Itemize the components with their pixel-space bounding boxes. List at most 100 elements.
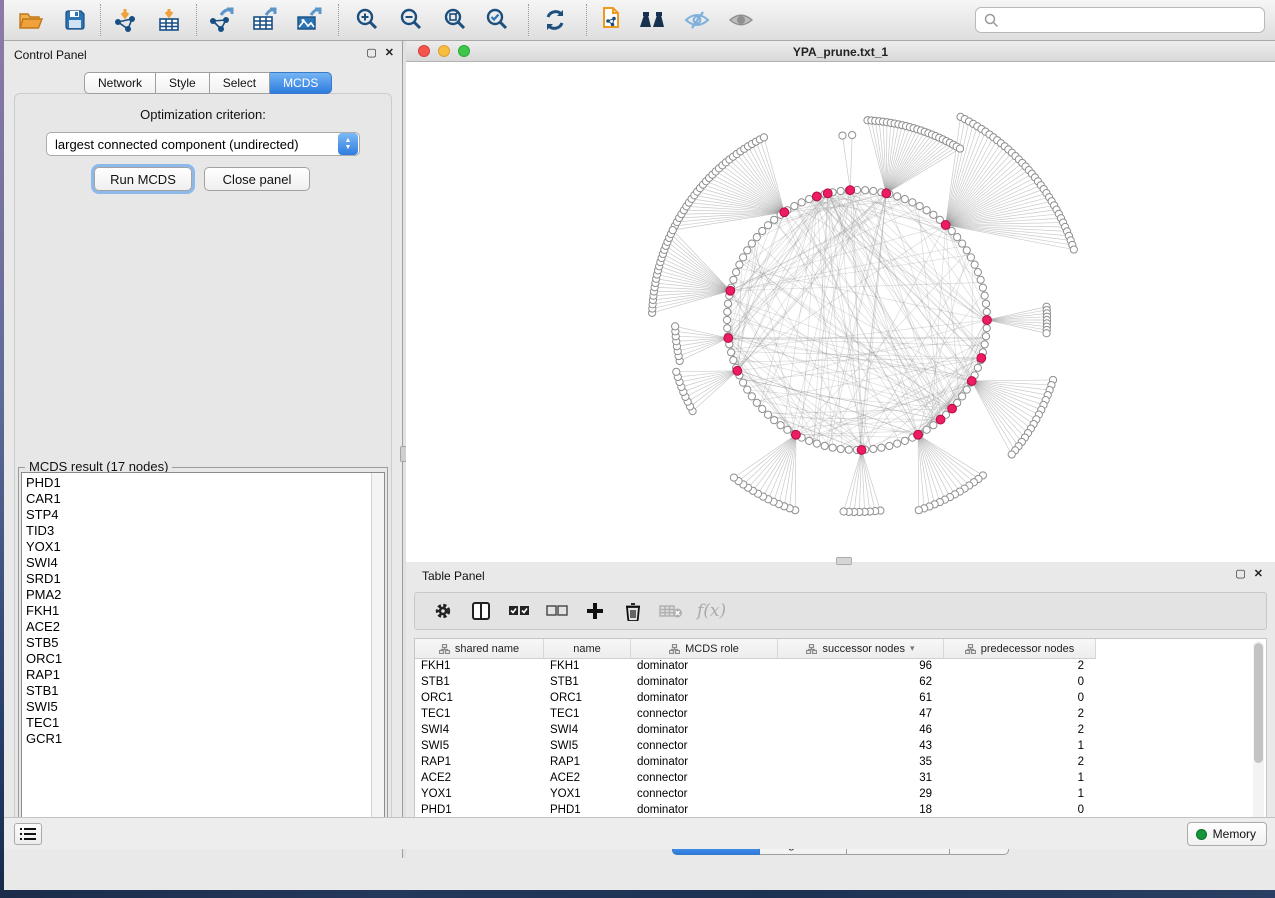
zoom-in-button[interactable] <box>350 5 384 35</box>
network-node[interactable] <box>894 193 901 200</box>
mcds-hub-node[interactable] <box>941 221 950 230</box>
criterion-select[interactable]: largest connected component (undirected)… <box>46 132 360 156</box>
sort-chevron-icon[interactable]: ▾ <box>910 643 915 654</box>
cell-mcds_role[interactable]: dominator <box>631 755 778 771</box>
network-window-titlebar[interactable]: YPA_prune.txt_1 <box>406 41 1275 62</box>
cell-successor_nodes[interactable]: 43 <box>778 739 944 755</box>
export-network-button[interactable] <box>204 5 238 35</box>
mcds-result-item[interactable]: YOX1 <box>22 539 384 555</box>
zoom-out-button[interactable] <box>394 5 428 35</box>
network-node[interactable] <box>759 405 766 412</box>
network-node[interactable] <box>930 211 937 218</box>
network-node[interactable] <box>979 284 986 291</box>
cell-name[interactable]: RAP1 <box>544 755 631 771</box>
cell-shared_name[interactable]: YOX1 <box>415 787 544 803</box>
mcds-result-item[interactable]: TEC1 <box>22 715 384 731</box>
network-node[interactable] <box>959 393 966 400</box>
cell-successor_nodes[interactable]: 61 <box>778 691 944 707</box>
network-canvas[interactable] <box>406 62 1275 562</box>
cell-name[interactable]: ACE2 <box>544 771 631 787</box>
cell-shared_name[interactable]: RAP1 <box>415 755 544 771</box>
network-node[interactable] <box>736 261 743 268</box>
network-node[interactable] <box>760 134 767 141</box>
cell-predecessor_nodes[interactable]: 1 <box>944 771 1096 787</box>
network-node[interactable] <box>798 199 805 206</box>
cell-name[interactable]: STB1 <box>544 675 631 691</box>
cell-successor_nodes[interactable]: 62 <box>778 675 944 691</box>
network-node[interactable] <box>915 507 922 514</box>
mcds-result-item[interactable]: PMA2 <box>22 587 384 603</box>
close-table-panel-icon[interactable]: ✕ <box>1254 568 1263 581</box>
network-node[interactable] <box>806 437 813 444</box>
network-node[interactable] <box>901 437 908 444</box>
network-node[interactable] <box>909 199 916 206</box>
network-node[interactable] <box>759 227 766 234</box>
network-node[interactable] <box>916 202 923 209</box>
zoom-selected-button[interactable] <box>480 5 514 35</box>
search-input[interactable] <box>1005 13 1264 27</box>
select-all-button[interactable] <box>507 599 531 623</box>
open-file-button[interactable] <box>14 5 48 35</box>
network-node[interactable] <box>959 240 966 247</box>
cell-mcds_role[interactable]: dominator <box>631 691 778 707</box>
mcds-result-item[interactable]: ACE2 <box>22 619 384 635</box>
float-panel-icon[interactable]: ▢ <box>366 47 376 60</box>
export-table-button[interactable] <box>248 5 282 35</box>
cell-name[interactable]: ORC1 <box>544 691 631 707</box>
network-node[interactable] <box>967 254 974 261</box>
cell-shared_name[interactable]: SWI5 <box>415 739 544 755</box>
tab-mcds[interactable]: MCDS <box>270 72 332 94</box>
network-node[interactable] <box>739 254 746 261</box>
mcds-hub-node[interactable] <box>823 189 832 198</box>
network-node[interactable] <box>886 442 893 449</box>
cell-shared_name[interactable]: SWI4 <box>415 723 544 739</box>
zoom-fit-button[interactable] <box>438 5 472 35</box>
network-node[interactable] <box>724 325 731 332</box>
mcds-result-item[interactable]: STB1 <box>22 683 384 699</box>
network-node[interactable] <box>784 426 791 433</box>
column-header-shared-name[interactable]: shared name <box>415 639 544 659</box>
network-node[interactable] <box>981 292 988 299</box>
mcds-result-item[interactable]: GCR1 <box>22 731 384 747</box>
network-node[interactable] <box>771 216 778 223</box>
network-node[interactable] <box>963 247 970 254</box>
cell-predecessor_nodes[interactable]: 1 <box>944 787 1096 803</box>
table-row[interactable]: YOX1YOX1connector291 <box>415 787 1266 803</box>
cell-name[interactable]: FKH1 <box>544 659 631 675</box>
network-node[interactable] <box>1008 451 1015 458</box>
cell-mcds_role[interactable]: connector <box>631 787 778 803</box>
network-node[interactable] <box>1043 330 1050 337</box>
mcds-list-scrollbar[interactable] <box>371 473 384 834</box>
table-row[interactable]: RAP1RAP1dominator352 <box>415 755 1266 771</box>
network-node[interactable] <box>956 145 963 152</box>
network-file-button[interactable] <box>594 5 628 35</box>
cell-mcds_role[interactable]: dominator <box>631 675 778 691</box>
cell-predecessor_nodes[interactable]: 2 <box>944 723 1096 739</box>
network-node[interactable] <box>870 445 877 452</box>
network-node[interactable] <box>971 261 978 268</box>
column-header-MCDS-role[interactable]: MCDS role <box>631 639 778 659</box>
mcds-result-list[interactable]: PHD1CAR1STP4TID3YOX1SWI4SRD1PMA2FKH1ACE2… <box>21 472 385 835</box>
network-node[interactable] <box>730 474 737 481</box>
cell-successor_nodes[interactable]: 31 <box>778 771 944 787</box>
global-search-field[interactable] <box>975 7 1265 33</box>
delete-column-button[interactable] <box>621 599 645 623</box>
export-image-button[interactable] <box>292 5 326 35</box>
network-node[interactable] <box>974 364 981 371</box>
mcds-result-item[interactable]: STP4 <box>22 507 384 523</box>
network-node[interactable] <box>840 508 847 515</box>
cell-shared_name[interactable]: FKH1 <box>415 659 544 675</box>
network-node[interactable] <box>983 325 990 332</box>
cell-shared_name[interactable]: ORC1 <box>415 691 544 707</box>
network-node[interactable] <box>672 323 679 330</box>
import-network-button[interactable] <box>108 5 142 35</box>
network-node[interactable] <box>981 341 988 348</box>
network-node[interactable] <box>753 399 760 406</box>
network-node[interactable] <box>923 426 930 433</box>
cell-shared_name[interactable]: STB1 <box>415 675 544 691</box>
mcds-hub-node[interactable] <box>733 366 742 375</box>
network-node[interactable] <box>839 132 846 139</box>
cell-successor_nodes[interactable]: 35 <box>778 755 944 771</box>
network-node[interactable] <box>821 442 828 449</box>
network-node[interactable] <box>764 411 771 418</box>
